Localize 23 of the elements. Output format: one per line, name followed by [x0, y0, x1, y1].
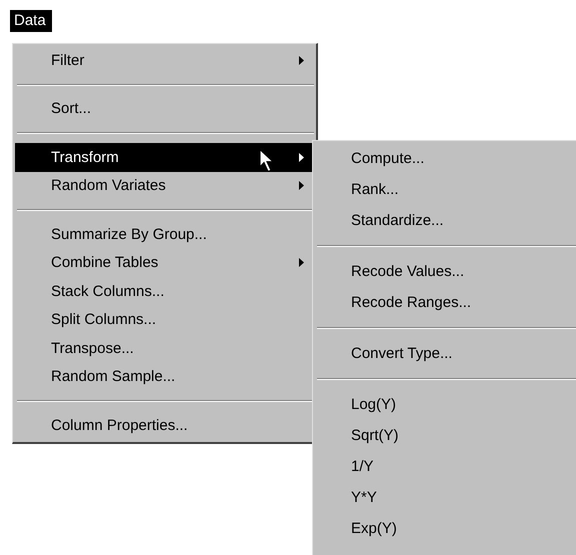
- menu-item[interactable]: Recode Ranges...: [315, 287, 576, 318]
- menu-item[interactable]: Summarize By Group...: [15, 220, 316, 248]
- menu-item[interactable]: Stack Columns...: [15, 277, 316, 306]
- menu-item[interactable]: Standardize...: [315, 205, 576, 236]
- menu-item[interactable]: Exp(Y): [315, 513, 576, 544]
- menu-item[interactable]: Column Properties...: [15, 411, 316, 440]
- menu-item[interactable]: Filter: [15, 46, 316, 74]
- menu-item[interactable]: 1/Y: [315, 451, 576, 482]
- menu-item[interactable]: Rank...: [315, 174, 576, 205]
- menu-item[interactable]: Random Sample...: [15, 362, 316, 391]
- menu-item[interactable]: Transpose...: [15, 334, 316, 362]
- menu-item[interactable]: Compute...: [315, 143, 576, 174]
- menu-item[interactable]: Split Columns...: [15, 306, 316, 334]
- menu-item[interactable]: Y*Y: [315, 482, 576, 513]
- menu-item[interactable]: Recode Values...: [315, 256, 576, 287]
- menu-item[interactable]: Sqrt(Y): [315, 420, 576, 451]
- menu-item[interactable]: Sort...: [15, 94, 316, 123]
- menu-title[interactable]: Data: [10, 10, 52, 32]
- menu-item[interactable]: Convert Type...: [315, 338, 576, 369]
- mouse-pointer-icon: [259, 149, 274, 172]
- menu-item[interactable]: Random Variates: [15, 172, 316, 200]
- menu-item[interactable]: Log(Y): [315, 389, 576, 420]
- menu-item[interactable]: Combine Tables: [15, 248, 316, 277]
